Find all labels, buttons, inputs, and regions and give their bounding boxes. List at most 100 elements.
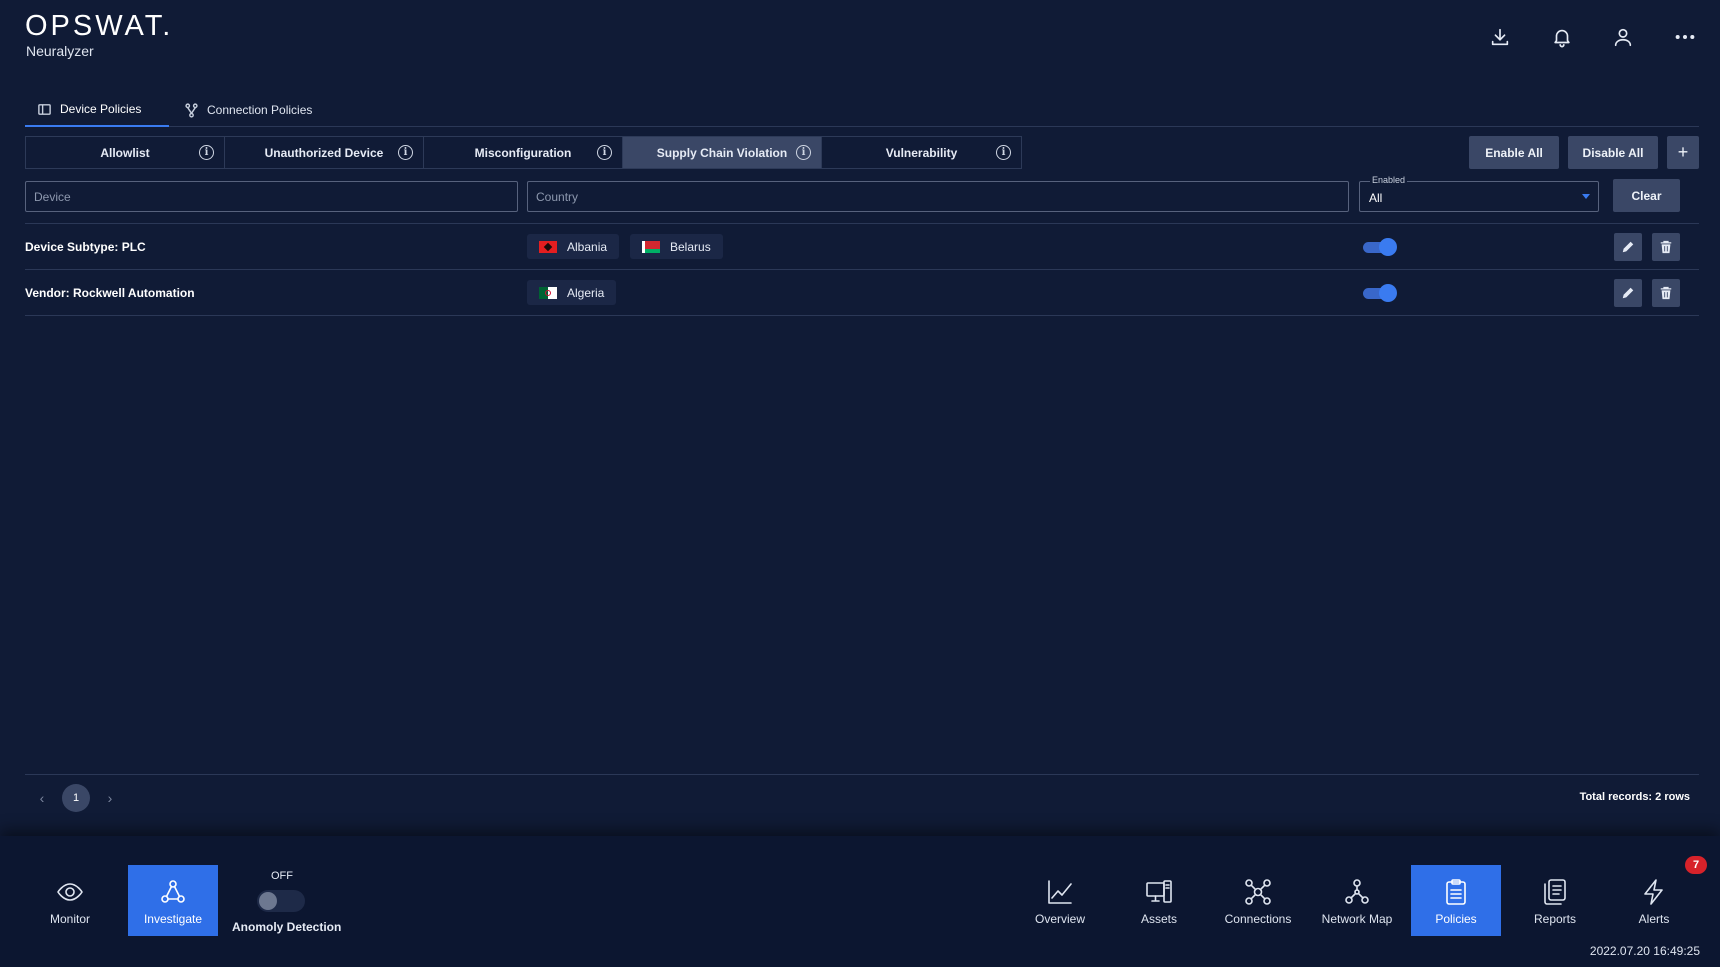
subtab-vulnerability[interactable]: Vulnerability i: [822, 137, 1021, 168]
delete-button[interactable]: [1652, 233, 1680, 261]
country-name: Algeria: [567, 285, 605, 300]
anomaly-detection-label: Anomoly Detection: [232, 920, 342, 934]
enabled-filter-value: All: [1369, 191, 1383, 205]
belarus-flag-icon: [642, 240, 660, 253]
connections-icon: [1245, 879, 1271, 905]
device-filter-input[interactable]: [25, 181, 518, 212]
subtab-label: Misconfiguration: [474, 145, 572, 160]
enabled-filter-label: Enabled: [1370, 175, 1408, 185]
policy-name: Vendor: Rockwell Automation: [25, 286, 195, 300]
algeria-flag-icon: [539, 286, 557, 299]
info-icon[interactable]: i: [398, 145, 413, 160]
delete-button[interactable]: [1652, 279, 1680, 307]
subtab-label: Unauthorized Device: [264, 145, 384, 160]
network-map-icon: [1345, 879, 1369, 904]
nav-label: Investigate: [143, 912, 203, 926]
device-policy-icon: [38, 103, 51, 115]
tab-device-policies[interactable]: Device Policies: [25, 93, 169, 127]
pencil-icon: [1622, 287, 1634, 299]
chart-icon: [1048, 880, 1072, 904]
tab-label: Device Policies: [60, 102, 142, 116]
nav-label: Policies: [1435, 912, 1477, 926]
nav-investigate[interactable]: Investigate: [128, 865, 218, 936]
nav-policies[interactable]: Policies: [1411, 865, 1501, 936]
more-icon[interactable]: [1672, 24, 1698, 50]
next-page-button[interactable]: ›: [100, 788, 120, 808]
nav-label: Network Map: [1321, 912, 1393, 926]
trash-icon: [1660, 286, 1672, 300]
enabled-filter-select[interactable]: Enabled All: [1359, 175, 1599, 212]
subtab-label: Vulnerability: [885, 145, 958, 160]
trash-icon: [1660, 240, 1672, 254]
assets-icon: [1146, 880, 1172, 903]
anomaly-detection-toggle[interactable]: [257, 890, 305, 912]
country-name: Albania: [567, 239, 608, 254]
enable-all-button[interactable]: Enable All: [1469, 136, 1559, 169]
country-chip-albania: Albania: [527, 234, 620, 259]
clear-filters-button[interactable]: Clear: [1613, 179, 1680, 212]
page-1-button[interactable]: 1: [62, 784, 90, 812]
subtab-label: Supply Chain Violation: [656, 145, 788, 160]
caret-down-icon: [1582, 194, 1590, 199]
nav-overview[interactable]: Overview: [1015, 865, 1105, 936]
country-chip-belarus: Belarus: [630, 234, 723, 259]
reports-icon: [1544, 879, 1566, 905]
add-policy-button[interactable]: +: [1667, 136, 1699, 169]
nav-label: Assets: [1140, 912, 1177, 926]
pencil-icon: [1622, 241, 1634, 253]
main-tabs: Device Policies Connection Policies: [25, 93, 1699, 127]
nav-label: Alerts: [1638, 912, 1670, 926]
edit-button[interactable]: [1614, 233, 1642, 261]
table-row: Device Subtype: PLC Albania Belarus: [25, 223, 1699, 269]
country-chip-algeria: Algeria: [527, 280, 617, 305]
info-icon[interactable]: i: [199, 145, 214, 160]
tab-label: Connection Policies: [207, 103, 313, 117]
eye-icon: [57, 883, 83, 901]
tab-connection-policies[interactable]: Connection Policies: [172, 93, 352, 127]
nav-label: Monitor: [49, 912, 90, 926]
total-records: Total records: 2 rows: [1579, 791, 1690, 803]
prev-page-button[interactable]: ‹: [32, 788, 52, 808]
alerts-count-badge: 7: [1685, 856, 1707, 874]
policy-enabled-toggle[interactable]: [1361, 238, 1397, 256]
subtab-misconfiguration[interactable]: Misconfiguration i: [424, 137, 623, 168]
nav-label: Reports: [1533, 912, 1577, 926]
subtab-allowlist[interactable]: Allowlist i: [26, 137, 225, 168]
table-row: Vendor: Rockwell Automation Algeria: [25, 269, 1699, 315]
nav-network-map[interactable]: Network Map: [1312, 865, 1402, 936]
bell-icon[interactable]: [1549, 24, 1575, 50]
investigate-icon: [161, 880, 185, 903]
info-icon[interactable]: i: [796, 145, 811, 160]
policy-enabled-toggle[interactable]: [1361, 284, 1397, 302]
info-icon[interactable]: i: [996, 145, 1011, 160]
user-icon[interactable]: [1610, 24, 1636, 50]
nav-assets[interactable]: Assets: [1114, 865, 1204, 936]
subtab-unauthorized-device[interactable]: Unauthorized Device i: [225, 137, 424, 168]
policy-type-tabs: Allowlist i Unauthorized Device i Miscon…: [25, 136, 1022, 169]
policy-name: Device Subtype: PLC: [25, 240, 146, 254]
policies-icon: [1446, 879, 1466, 905]
anomaly-state: OFF: [271, 870, 293, 882]
nav-monitor[interactable]: Monitor: [25, 865, 115, 936]
edit-button[interactable]: [1614, 279, 1642, 307]
country-filter-input[interactable]: [527, 181, 1349, 212]
brand-logo: OPSWAT.: [25, 10, 174, 42]
system-timestamp: 2022.07.20 16:49:25: [1589, 944, 1700, 958]
disable-all-button[interactable]: Disable All: [1568, 136, 1658, 169]
country-name: Belarus: [670, 239, 711, 254]
info-icon[interactable]: i: [597, 145, 612, 160]
nav-connections[interactable]: Connections: [1213, 865, 1303, 936]
connection-policy-icon: [185, 102, 198, 118]
nav-label: Connections: [1224, 912, 1292, 926]
nav-alerts[interactable]: Alerts: [1609, 865, 1699, 936]
nav-reports[interactable]: Reports: [1510, 865, 1600, 936]
subtab-label: Allowlist: [100, 145, 150, 160]
product-name: Neuralyzer: [26, 43, 94, 59]
nav-label: Overview: [1034, 912, 1085, 926]
subtab-supply-chain-violation[interactable]: Supply Chain Violation i: [623, 137, 822, 168]
albania-flag-icon: [539, 240, 557, 253]
table-bottom-divider: [25, 315, 1699, 316]
download-icon[interactable]: [1487, 24, 1513, 50]
pagination-divider: [25, 774, 1699, 775]
alerts-icon: [1644, 879, 1663, 905]
